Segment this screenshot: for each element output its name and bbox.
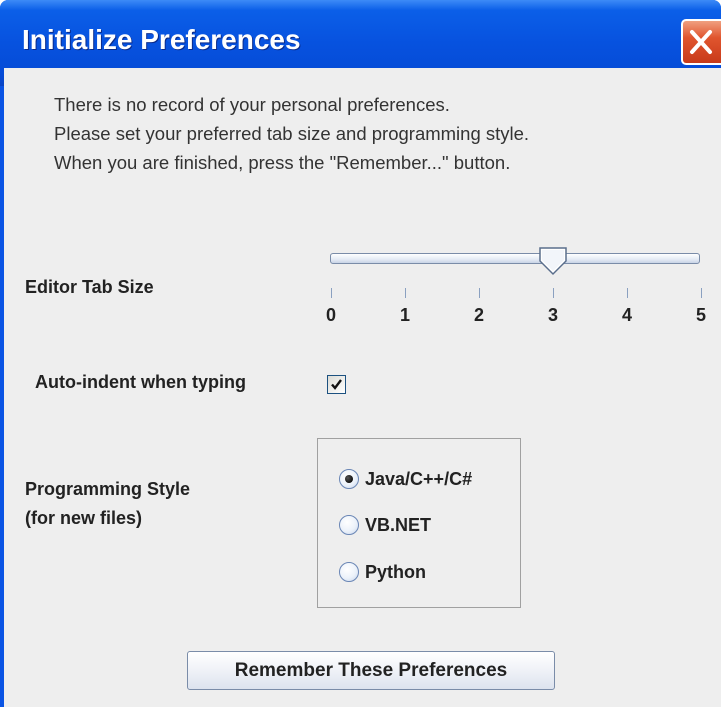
intro-line: Please set your preferred tab size and p… xyxy=(54,123,530,144)
slider-track[interactable] xyxy=(330,253,700,264)
radio-python[interactable]: Python xyxy=(339,560,426,584)
checkmark-icon xyxy=(331,379,342,390)
slider-tick xyxy=(479,288,480,298)
window-title: Initialize Preferences xyxy=(22,24,301,55)
radio-button[interactable] xyxy=(339,562,359,582)
close-button[interactable] xyxy=(681,19,721,65)
slider-tick-label: 3 xyxy=(547,305,558,325)
intro-line: When you are finished, press the "Rememb… xyxy=(54,152,511,173)
slider-tick xyxy=(701,288,702,298)
slider-thumb[interactable] xyxy=(537,246,569,276)
auto-indent-label: Auto-indent when typing xyxy=(35,372,246,392)
dialog-content: There is no record of your personal pref… xyxy=(4,68,721,707)
programming-style-label: Programming Style xyxy=(25,479,191,499)
radio-selected-dot xyxy=(345,475,353,483)
tab-size-label: Editor Tab Size xyxy=(25,277,154,297)
dialog-window: Initialize Preferences There is no recor… xyxy=(0,0,721,707)
radio-label: VB.NET xyxy=(365,514,432,535)
auto-indent-checkbox[interactable] xyxy=(327,375,346,394)
intro-line: There is no record of your personal pref… xyxy=(54,94,450,115)
close-icon xyxy=(690,30,712,54)
intro-text: There is no record of your personal pref… xyxy=(54,90,529,177)
radio-button[interactable] xyxy=(339,515,359,535)
programming-style-sublabel: (for new files) xyxy=(25,508,143,528)
remember-preferences-button[interactable]: Remember These Preferences xyxy=(187,651,555,690)
slider-tick xyxy=(405,288,406,298)
programming-style-group: Java/C++/C# VB.NET Python xyxy=(317,438,521,608)
slider-tick-label: 1 xyxy=(399,305,410,325)
radio-java[interactable]: Java/C++/C# xyxy=(339,467,472,491)
slider-tick-label: 0 xyxy=(325,305,336,325)
slider-tick-label: 4 xyxy=(621,305,632,325)
slider-tick xyxy=(553,288,554,298)
slider-tick xyxy=(331,288,332,298)
slider-tick-label: 5 xyxy=(695,305,706,325)
radio-vbnet[interactable]: VB.NET xyxy=(339,513,431,537)
slider-tick-label: 2 xyxy=(473,305,484,325)
radio-label: Java/C++/C# xyxy=(365,468,473,489)
slider-tick xyxy=(627,288,628,298)
radio-button[interactable] xyxy=(339,469,359,489)
radio-label: Python xyxy=(365,561,426,582)
